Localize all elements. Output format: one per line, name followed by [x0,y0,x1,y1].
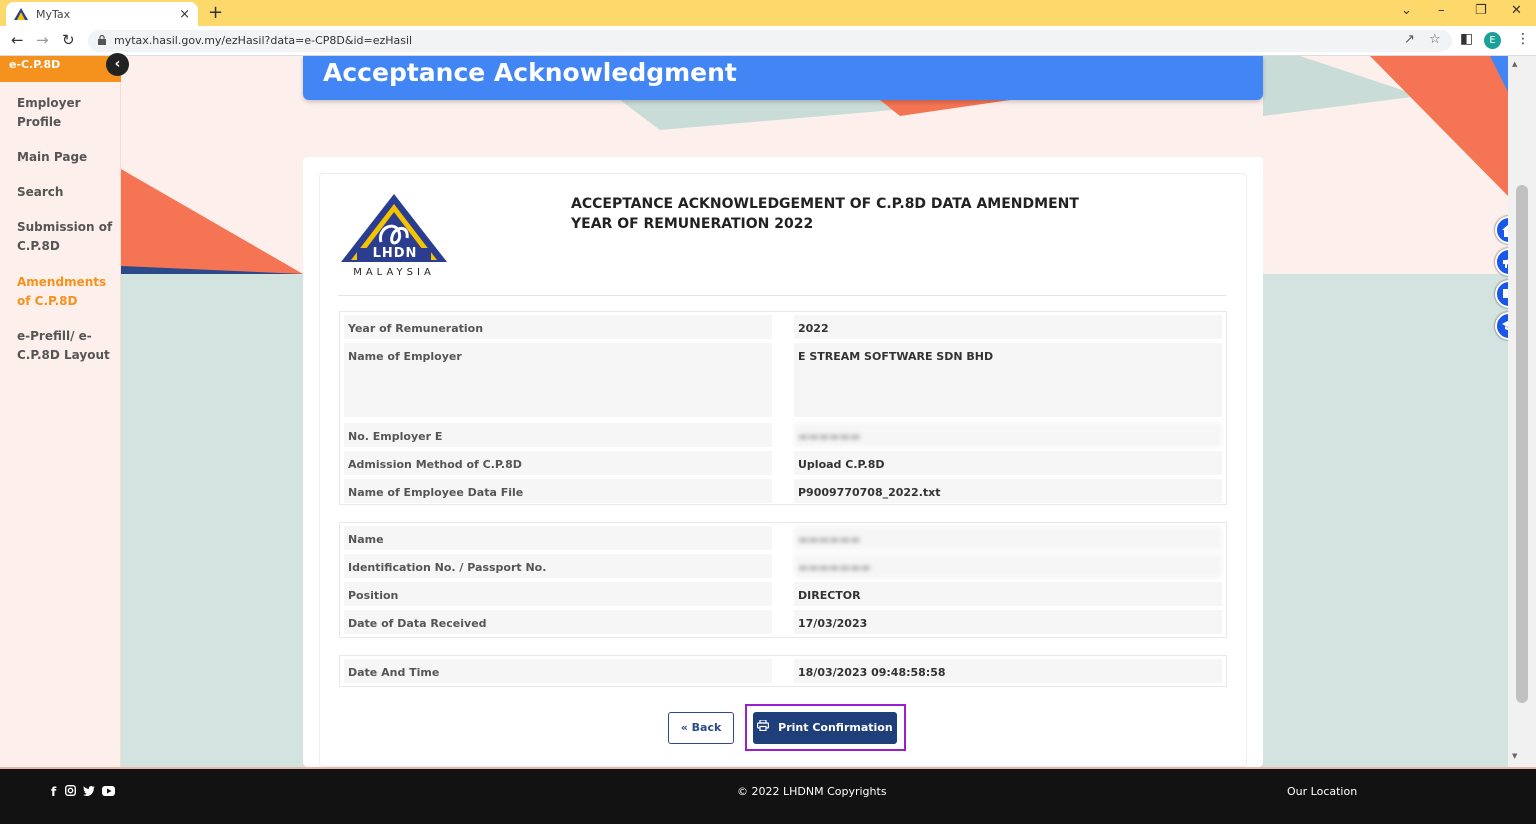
page-title-banner: Acceptance Acknowledgment [303,56,1263,100]
document-title-line2: YEAR OF REMUNERATION 2022 [571,216,814,232]
header-divider [338,295,1226,296]
row-label: Year of Remuneration [344,315,772,339]
close-window-icon[interactable]: ✕ [1511,3,1522,18]
table-row: Date of Data Received 17/03/2023 [340,610,1226,634]
bookmark-star-icon[interactable]: ☆ [1429,32,1441,47]
sidebar-item-eprefill-layout[interactable]: e-Prefill/ e-C.P.8D Layout [17,327,113,365]
url-text: mytax.hasil.gov.my/ezHasil?data=e-CP8D&i… [114,34,413,47]
sidebar-item-submission[interactable]: Submission of C.P.8D [17,218,113,256]
redacted-name: ▬▬▬▬▬▬ [794,526,1222,550]
row-label: No. Employer E [344,423,772,447]
sidebar-item-employer-profile[interactable]: Employer Profile [17,94,113,132]
table-row: Identification No. / Passport No. ▬▬▬▬▬▬… [340,554,1226,578]
share-icon[interactable]: ↗ [1404,32,1415,47]
sidebar-item-main-page[interactable]: Main Page [17,148,113,167]
sidebar-item-amendments[interactable]: Amendments of C.P.8D [17,273,113,311]
lhdn-logo: LHDN MALAYSIA [337,190,451,280]
scrollbar-thumb[interactable] [1516,185,1528,703]
sidebar: e-C.P.8D Employer Profile Main Page Sear… [0,56,121,767]
row-label: Name of Employee Data File [344,479,772,503]
row-label: Name [344,526,772,550]
row-value: P9009770708_2022.txt [794,479,1222,503]
menu-kebab-icon[interactable]: ⋮ [1516,31,1530,47]
row-value: Upload C.P.8D [794,451,1222,475]
timestamp-table: Date And Time 18/03/2023 09:48:58:58 [339,655,1227,687]
row-value: 18/03/2023 09:48:58:58 [794,659,1222,683]
row-label: Identification No. / Passport No. [344,554,772,578]
table-row: Name ▬▬▬▬▬▬ [340,526,1226,550]
row-label: Admission Method of C.P.8D [344,451,772,475]
table-row: Name of Employee Data File P9009770708_2… [340,479,1226,503]
address-bar[interactable]: mytax.hasil.gov.my/ezHasil?data=e-CP8D&i… [88,30,1452,52]
row-label: Name of Employer [344,343,772,417]
twitter-icon[interactable] [83,785,95,799]
table-row: Date And Time 18/03/2023 09:48:58:58 [340,659,1226,683]
mytax-favicon-icon [14,7,28,21]
redacted-employer-number: ▬▬▬▬▬▬ [794,423,1222,447]
row-value: E STREAM SOFTWARE SDN BHD [794,343,1222,417]
footer: f © 2022 LHDNM Copyrights Our Location [0,767,1536,824]
print-button-label: Print Confirmation [778,721,893,734]
sidebar-item-search[interactable]: Search [17,183,113,202]
row-label: Date of Data Received [344,610,772,634]
our-location-link[interactable]: Our Location [1287,785,1357,798]
footer-copyright: © 2022 LHDNM Copyrights [737,785,887,798]
back-arrow-icon[interactable]: ← [11,31,24,49]
profile-avatar[interactable]: E [1484,32,1501,49]
browser-toolbar: ← → ↻ mytax.hasil.gov.my/ezHasil?data=e-… [0,26,1536,56]
document-title: ACCEPTANCE ACKNOWLEDGEMENT OF C.P.8D DAT… [571,194,1079,234]
instagram-icon[interactable] [64,784,77,799]
tab-close-icon[interactable]: × [179,7,190,22]
table-row: Year of Remuneration 2022 [340,315,1226,339]
lock-icon [98,35,106,45]
logo-malaysia-text: MALAYSIA [353,267,435,278]
back-button[interactable]: « Back [668,712,734,744]
employer-details-table: Year of Remuneration 2022 Name of Employ… [339,311,1227,505]
row-value: 17/03/2023 [794,610,1222,634]
side-panel-icon[interactable]: ◧ [1460,31,1473,47]
redacted-identification-number: ▬▬▬▬▬▬▬ [794,554,1222,578]
sidebar-collapse-chevron-icon[interactable]: ‹ [106,53,129,76]
row-label: Date And Time [344,659,772,683]
tab-title: MyTax [36,7,71,21]
restore-icon[interactable]: ❐ [1475,3,1487,18]
page-title: Acceptance Acknowledgment [323,58,737,87]
browser-tab-bar: MyTax × + ⌄ – ❐ ✕ [0,0,1536,26]
forward-arrow-icon[interactable]: → [36,31,49,49]
row-label: Position [344,582,772,606]
table-row: Admission Method of C.P.8D Upload C.P.8D [340,451,1226,475]
document-title-line1: ACCEPTANCE ACKNOWLEDGEMENT OF C.P.8D DAT… [571,196,1079,212]
reload-icon[interactable]: ↻ [62,31,75,49]
facebook-icon[interactable]: f [51,785,56,799]
table-row: Name of Employer E STREAM SOFTWARE SDN B… [340,343,1226,417]
printer-icon [757,712,770,744]
scroll-down-arrow-icon[interactable]: ▼ [1512,752,1517,760]
youtube-icon[interactable] [102,785,115,799]
table-row: No. Employer E ▬▬▬▬▬▬ [340,423,1226,447]
row-value: 2022 [794,315,1222,339]
scroll-up-arrow-icon[interactable]: ▲ [1512,60,1517,68]
sidebar-header: e-C.P.8D [0,56,121,82]
new-tab-icon[interactable]: + [208,3,223,23]
table-row: Position DIRECTOR [340,582,1226,606]
minimize-icon[interactable]: – [1438,3,1445,18]
print-confirmation-button[interactable]: Print Confirmation [753,712,897,744]
tab-search-icon[interactable]: ⌄ [1401,3,1412,18]
submitter-details-table: Name ▬▬▬▬▬▬ Identification No. / Passpor… [339,522,1227,638]
browser-tab[interactable]: MyTax × [6,2,198,26]
logo-lhdn-text: LHDN [372,246,418,261]
row-value: DIRECTOR [794,582,1222,606]
